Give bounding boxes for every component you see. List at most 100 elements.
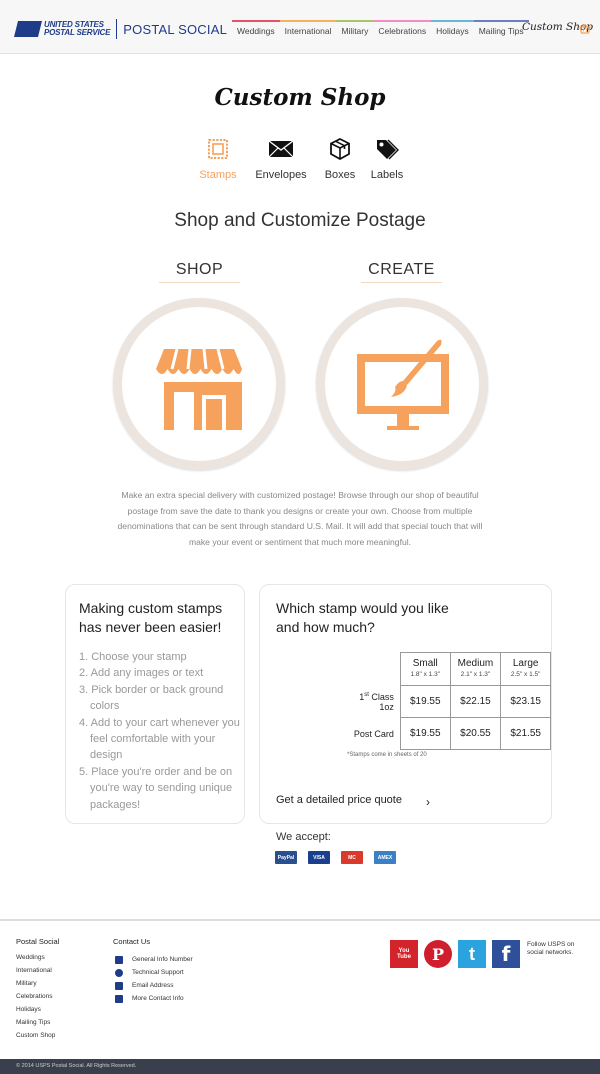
amex-card-icon: AMEX <box>374 851 396 864</box>
site-footer: Postal Social Weddings International Milit… <box>0 919 600 1059</box>
eagle-icon <box>14 21 42 37</box>
price-cell[interactable]: $23.15 <box>500 685 551 718</box>
tab-label: Stamps <box>199 169 237 181</box>
visa-card-icon: VISA <box>308 851 330 864</box>
accept-label: We accept: <box>276 831 331 843</box>
contact-label: General Info Number <box>132 956 193 963</box>
payment-cards: PayPal VISA MC AMEX <box>275 851 407 864</box>
pinterest-icon[interactable]: P <box>424 940 452 968</box>
steps-list: 1. Choose your stamp 2. Add any images or… <box>79 649 241 813</box>
create-circle[interactable] <box>316 298 488 470</box>
storefront-icon <box>156 348 242 430</box>
logo-text: UNITED STATES POSTAL SERVICE <box>44 20 111 37</box>
mail-icon <box>115 981 123 990</box>
twitter-icon[interactable]: t <box>458 940 486 968</box>
copyright-bar: © 2014 USPS Postal Social. All Rights Re… <box>0 1059 600 1074</box>
price-cell[interactable]: $21.55 <box>500 717 551 750</box>
contact-link[interactable]: More Contact Info <box>115 992 193 1005</box>
main-nav: Weddings International Military Celebration… <box>232 20 529 38</box>
follow-text: Follow USPS on social networks. <box>527 941 575 956</box>
steps-heading: Making custom stamps has never been easi… <box>79 600 223 635</box>
step-item: 1. Choose your stamp <box>79 651 187 663</box>
phone-icon <box>115 955 123 964</box>
footer-col2-title: Contact Us <box>113 937 151 946</box>
contact-icon <box>115 994 123 1003</box>
monitor-brush-icon <box>357 339 449 430</box>
chevron-right-icon[interactable]: › <box>426 795 430 809</box>
contact-label: Technical Support <box>132 969 184 976</box>
table-row: 1st Class 1oz $19.55 $22.15 $23.15 <box>346 685 551 718</box>
brand-name: POSTAL SOCIAL <box>123 21 228 37</box>
tab-label: Labels <box>370 169 404 181</box>
youtube-icon[interactable]: You Tube <box>390 940 418 968</box>
contact-link[interactable]: Technical Support <box>115 966 193 979</box>
create-heading[interactable]: CREATE <box>361 261 442 283</box>
paypal-card-icon: PayPal <box>275 851 297 864</box>
size-header-large: Large 2.5" x 1.5" <box>500 652 551 686</box>
row-label: Post Card <box>353 728 394 739</box>
footer-col1-title: Postal Social <box>16 937 60 946</box>
nav-item-holidays[interactable]: Holidays <box>431 20 474 38</box>
row-label: 1st Class 1oz <box>359 691 394 712</box>
tab-labels[interactable]: Labels <box>368 138 406 181</box>
steps-card: Making custom stamps has never been easi… <box>65 584 245 824</box>
page-title: Custom Shop <box>214 84 386 111</box>
contact-links: General Info Number Technical Support Emai… <box>115 953 193 1005</box>
footer-links: Weddings International Military Celebration… <box>16 951 55 1042</box>
footer-link[interactable]: Holidays <box>16 1003 55 1016</box>
nav-item-mailing-tips[interactable]: Mailing Tips <box>473 20 529 38</box>
contact-link[interactable]: General Info Number <box>115 953 193 966</box>
price-card: Which stamp would you like and how much?… <box>259 584 552 824</box>
facebook-icon[interactable]: f <box>492 940 520 968</box>
copyright: © 2014 USPS Postal Social. All Rights Re… <box>16 1063 137 1069</box>
footer-link[interactable]: Military <box>16 977 55 990</box>
size-header-small: Small 1.8" x 1.3" <box>399 652 451 686</box>
table-corner <box>346 653 400 686</box>
envelope-icon <box>268 140 294 158</box>
footer-link[interactable]: Mailing Tips <box>16 1016 55 1029</box>
price-cell[interactable]: $20.55 <box>449 717 502 750</box>
tag-icon <box>377 139 399 160</box>
footer-link[interactable]: Weddings <box>16 951 55 964</box>
nav-item-international[interactable]: International <box>279 20 337 38</box>
step-item: 4. Add to your cart whenever you feel co… <box>79 716 240 762</box>
size-header-medium: Medium 2.1" x 1.3" <box>449 652 502 686</box>
logo-divider <box>116 19 118 39</box>
step-item: 3. Pick border or back ground colors <box>79 683 224 713</box>
tab-label: Envelopes <box>255 169 307 181</box>
shop-heading[interactable]: SHOP <box>159 261 240 283</box>
mc-card-icon: MC <box>341 851 363 864</box>
shop-circle[interactable] <box>113 298 285 470</box>
price-table: Small 1.8" x 1.3" Medium 2.1" x 1.3" Large… <box>346 652 551 750</box>
section-subtitle: Shop and Customize Postage <box>174 210 426 231</box>
step-item: 2. Add any images or text <box>79 667 204 680</box>
step-item: 5. Place you're order and be on you're w… <box>79 765 233 811</box>
tab-envelopes[interactable]: Envelopes <box>252 138 310 181</box>
price-heading: Which stamp would you like and how much? <box>276 600 449 635</box>
basket-icon[interactable] <box>579 24 591 34</box>
price-cell[interactable]: $19.55 <box>399 717 451 750</box>
contact-label: More Contact Info <box>132 995 184 1002</box>
usps-logo[interactable]: UNITED STATES POSTAL SERVICE POSTAL SOCI… <box>14 19 228 39</box>
price-footnote: *Stamps come in sheets of 20 <box>347 752 427 758</box>
site-header: UNITED STATES POSTAL SERVICE POSTAL SOCI… <box>0 0 600 54</box>
tab-stamps[interactable]: Stamps <box>197 138 239 181</box>
contact-link[interactable]: Email Address <box>115 979 193 992</box>
contact-label: Email Address <box>132 982 174 989</box>
tab-label: Boxes <box>324 169 356 181</box>
nav-item-military[interactable]: Military <box>336 20 374 38</box>
footer-link[interactable]: Celebrations <box>16 990 55 1003</box>
stamp-icon <box>208 139 228 159</box>
tab-boxes[interactable]: Boxes <box>322 137 358 181</box>
table-row: Post Card $19.55 $20.55 $21.55 <box>346 717 551 750</box>
price-quote-link[interactable]: Get a detailed price quote <box>276 794 402 806</box>
shop-description: Make an extra special delivery with cust… <box>117 490 483 547</box>
box-icon <box>330 137 350 161</box>
footer-link[interactable]: International <box>16 964 55 977</box>
gear-icon <box>115 968 123 977</box>
nav-item-weddings[interactable]: Weddings <box>232 20 280 38</box>
price-cell[interactable]: $19.55 <box>399 685 451 718</box>
footer-link[interactable]: Custom Shop <box>16 1029 55 1042</box>
nav-item-celebrations[interactable]: Celebrations <box>373 20 432 38</box>
price-cell[interactable]: $22.15 <box>449 685 502 718</box>
